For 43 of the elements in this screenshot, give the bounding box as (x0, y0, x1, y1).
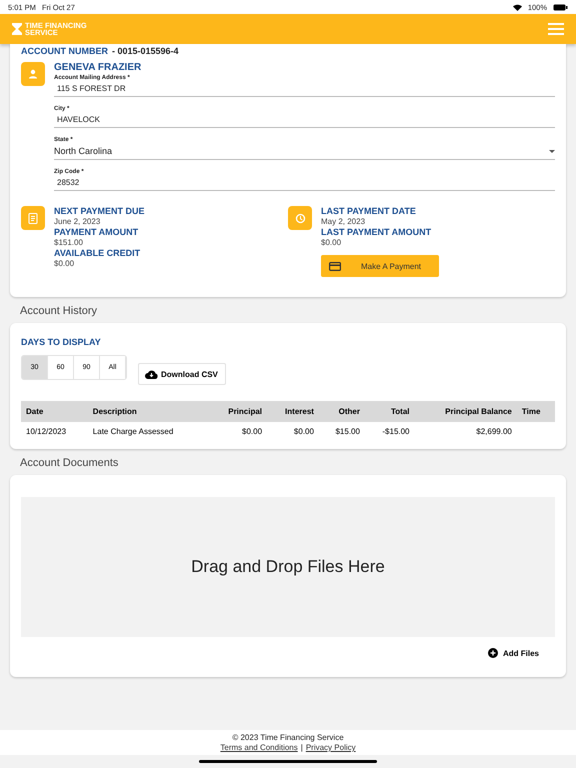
payment-label: LAST PAYMENT DATE (321, 206, 416, 216)
table-cell: -$15.00 (364, 422, 415, 441)
column-header: Time (516, 401, 555, 422)
payment-label: NEXT PAYMENT DUE (54, 206, 145, 216)
days-label: DAYS TO DISPLAY (21, 337, 101, 347)
terms-link[interactable]: Terms and Conditions (220, 743, 298, 752)
payment-label: LAST PAYMENT AMOUNT (321, 227, 432, 237)
payment-value: $0.00 (54, 259, 76, 268)
make-payment-button[interactable]: Make A Payment (321, 255, 439, 277)
field-value: North Carolina (54, 146, 112, 156)
account-number: - 0015-015596-4 (112, 46, 179, 56)
column-header: Interest (267, 401, 319, 422)
privacy-link[interactable]: Privacy Policy (306, 743, 356, 752)
download-csv-button[interactable]: Download CSV (138, 363, 226, 385)
payment-value: June 2, 2023 (54, 217, 102, 226)
payment-label: PAYMENT AMOUNT (54, 227, 140, 237)
payment-value: $151.00 (54, 238, 84, 247)
table-cell: $15.00 (318, 422, 365, 441)
table-cell: $0.00 (267, 422, 319, 441)
column-header: Principal Balance (414, 401, 517, 422)
payment-value: May 2, 2023 (321, 217, 366, 226)
field-value: HAVELOCK (56, 115, 100, 124)
column-header: Description (88, 401, 209, 422)
table-cell: 10/12/2023 (21, 422, 88, 441)
customer-name: GENEVA FRAZIER (54, 62, 142, 73)
payment-label: AVAILABLE CREDIT (54, 248, 142, 258)
copyright-text: © 2023 Time Financing Service (232, 733, 344, 742)
field-value: 115 S FOREST DR (56, 84, 126, 93)
add-files-button[interactable]: Add Files (482, 647, 545, 659)
column-header: Principal (208, 401, 268, 422)
column-header: Other (318, 401, 365, 422)
table-cell: $2,699.00 (414, 422, 517, 441)
table-cell: $0.00 (208, 422, 268, 441)
section-title: Account History (19, 304, 98, 319)
payment-value: $0.00 (321, 238, 342, 247)
column-header: Total (364, 401, 415, 422)
link-separator: | (300, 743, 303, 752)
column-header: Date (21, 401, 88, 422)
field-value: 28532 (56, 178, 80, 187)
table-cell: Late Charge Assessed (88, 422, 209, 441)
section-title: Account Documents (19, 456, 120, 471)
account-number-label: ACCOUNT NUMBER (21, 46, 108, 56)
drop-zone[interactable]: Drag and Drop Files Here (21, 497, 555, 637)
